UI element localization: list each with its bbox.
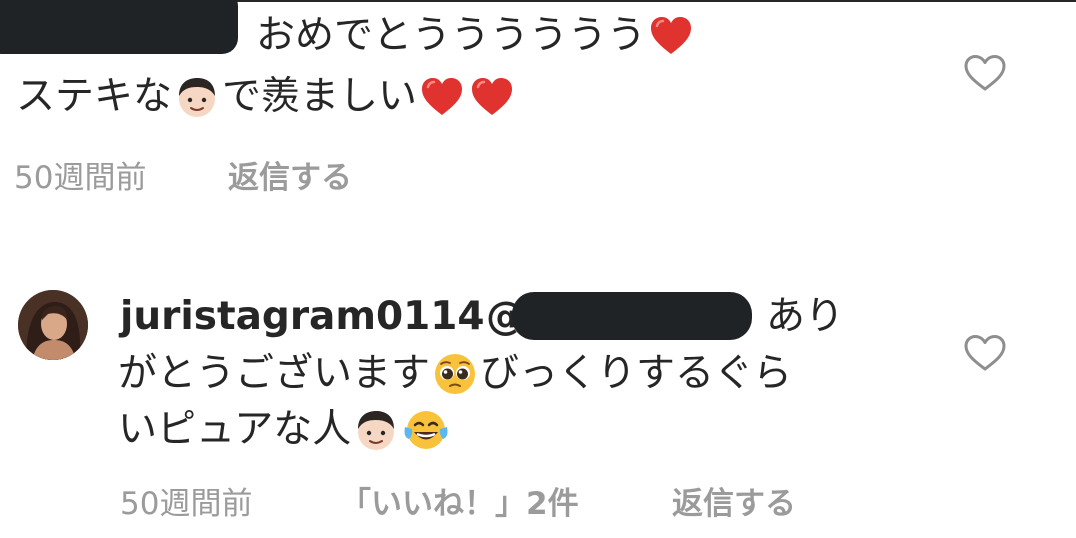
comment-2-line-1-tail: あり	[766, 294, 845, 339]
boy-face-emoji	[353, 407, 399, 453]
comment-2-text-c: いピュアな人	[118, 407, 352, 452]
heart-outline-icon	[964, 335, 1006, 371]
like-comment-2-button[interactable]	[962, 332, 1008, 374]
comment-2-text-a: がとうございます	[118, 351, 431, 396]
comment-2-reply-button[interactable]: 返信する	[672, 478, 796, 523]
comment-1-reply-button[interactable]: 返信する	[228, 152, 352, 197]
comment-1-text-congrats: おめでとうううううう	[256, 13, 647, 58]
pleading-face-emoji	[432, 351, 478, 397]
heart-outline-icon	[964, 55, 1006, 91]
comment-1-text-b: で羨ましい	[222, 74, 418, 119]
comment-2-line-3: いピュアな人	[118, 402, 451, 458]
comment-1-text-a: ステキな	[16, 74, 173, 119]
top-divider	[230, 0, 1076, 2]
boy-face-emoji	[174, 74, 220, 120]
redacted-username	[0, 0, 238, 54]
avatar[interactable]	[18, 290, 88, 360]
comment-2-text-b: びっくりするぐら	[480, 351, 793, 396]
comment-2-timestamp: 50週間前	[120, 486, 253, 522]
comment-2-username[interactable]: juristagram0114	[120, 289, 485, 345]
comment-1-line-1: おめでとうううううう	[256, 8, 696, 64]
avatar-photo	[18, 290, 88, 360]
like-comment-1-button[interactable]	[962, 52, 1008, 94]
red-heart-emoji	[419, 74, 465, 120]
red-heart-emoji	[469, 74, 515, 120]
comment-1-line-2: ステキな で羨ましい	[16, 69, 517, 125]
comment-2-line-2: がとうございます びっくりするぐら	[118, 346, 792, 402]
red-heart-emoji	[648, 13, 694, 59]
comment-2-likes-count[interactable]: 「いいね！」2件	[340, 478, 579, 523]
face-with-tears-of-joy-emoji	[403, 407, 449, 453]
comment-1-timestamp: 50週間前	[14, 160, 147, 196]
redacted-mention	[512, 292, 752, 340]
